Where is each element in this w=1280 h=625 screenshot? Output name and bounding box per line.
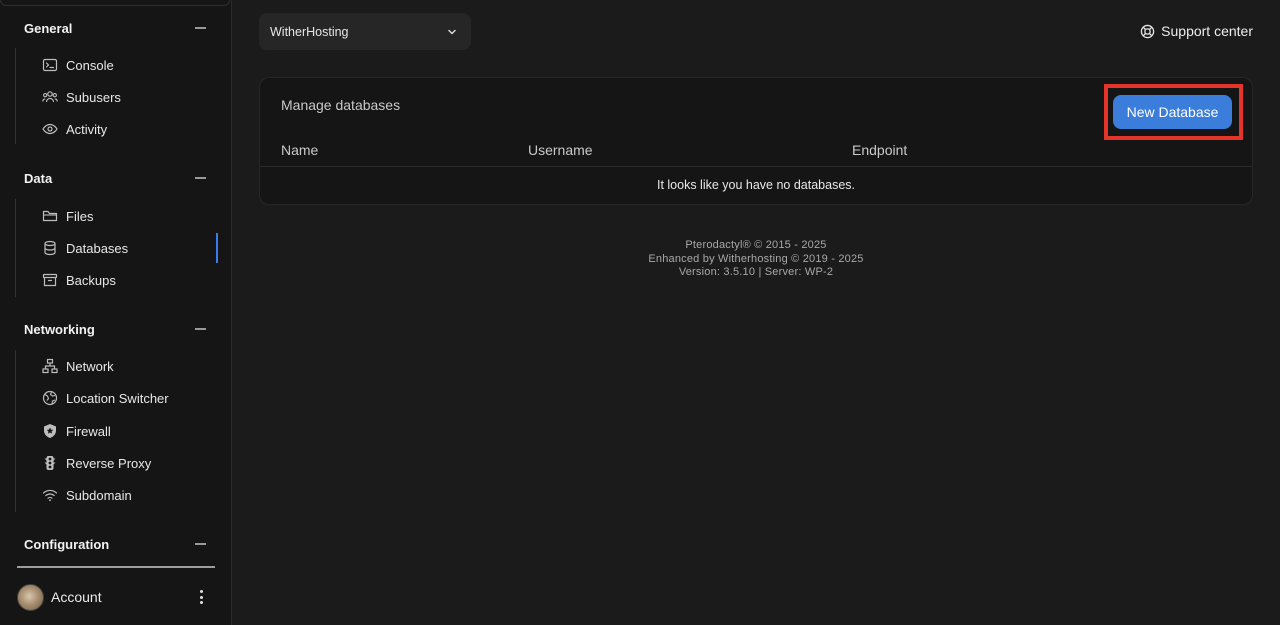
footer-enhanced: Enhanced by Witherhosting © 2019 - 2025	[648, 252, 864, 265]
archive-icon	[42, 273, 58, 287]
sidebar: General Console Subusers Activity Data F…	[0, 0, 232, 625]
sidebar-item-label: Subusers	[66, 89, 121, 105]
users-icon	[42, 91, 58, 103]
sidebar-top-edge	[0, 0, 230, 6]
empty-state-message: It looks like you have no databases.	[656, 178, 856, 192]
section-configuration[interactable]: Configuration	[24, 534, 208, 554]
section-line	[15, 48, 16, 144]
shield-icon	[44, 424, 56, 438]
collapse-icon[interactable]	[195, 177, 206, 179]
sidebar-item-label: Backups	[66, 272, 116, 288]
section-line	[15, 350, 16, 512]
sidebar-item-console[interactable]: Console	[42, 54, 114, 76]
sidebar-item-backups[interactable]: Backups	[42, 269, 116, 291]
sidebar-item-subusers[interactable]: Subusers	[42, 86, 121, 108]
globe-icon	[42, 390, 58, 406]
database-icon	[44, 240, 56, 256]
traffic-light-icon	[44, 456, 56, 470]
sidebar-item-activity[interactable]: Activity	[42, 118, 107, 140]
app-root: General Console Subusers Activity Data F…	[0, 0, 1280, 625]
databases-card: Manage databases New Database Name Usern…	[259, 77, 1253, 205]
chevron-down-icon	[448, 29, 456, 34]
sidebar-item-label: Activity	[66, 121, 108, 137]
section-data[interactable]: Data	[24, 168, 208, 188]
sidebar-item-location-switcher[interactable]: Location Switcher	[42, 387, 169, 409]
section-general-label: General	[24, 20, 73, 36]
sidebar-item-reverse-proxy[interactable]: Reverse Proxy	[42, 452, 151, 474]
footer-copyright: Pterodactyl® © 2015 - 2025	[685, 239, 827, 251]
sidebar-item-files[interactable]: Files	[42, 205, 93, 227]
sidebar-item-label: Location Switcher	[66, 390, 169, 406]
support-center-label: Support center	[1161, 23, 1253, 39]
sidebar-divider	[17, 566, 215, 568]
folder-icon	[42, 210, 58, 222]
sidebar-item-subdomain[interactable]: Subdomain	[42, 484, 132, 506]
collapse-icon[interactable]	[195, 27, 206, 29]
lifebuoy-icon	[1140, 24, 1155, 38]
footer-version: Version: 3.5.10 | Server: WP-2	[678, 266, 834, 278]
column-header-name: Name	[281, 142, 319, 158]
collapse-icon[interactable]	[195, 543, 206, 545]
sidebar-item-network[interactable]: Network	[42, 355, 114, 377]
support-center-link[interactable]: Support center	[1140, 21, 1253, 41]
sidebar-item-firewall[interactable]: Firewall	[42, 420, 111, 442]
section-configuration-label: Configuration	[24, 536, 110, 552]
footer: Pterodactyl® © 2015 - 2025 Enhanced by W…	[556, 239, 956, 280]
table-divider	[260, 166, 1252, 167]
account-menu[interactable]: Account	[17, 583, 215, 611]
sidebar-item-label: Reverse Proxy	[66, 455, 152, 471]
server-name: WitherHosting	[270, 24, 349, 39]
eye-icon	[42, 123, 58, 135]
sidebar-item-label: Network	[66, 358, 114, 374]
network-icon	[42, 358, 58, 374]
more-options-icon[interactable]	[199, 590, 203, 604]
section-line	[15, 199, 16, 297]
sidebar-item-label: Subdomain	[66, 487, 132, 503]
column-header-username: Username	[528, 142, 593, 158]
section-networking[interactable]: Networking	[24, 319, 208, 339]
account-label: Account	[51, 589, 102, 605]
sidebar-item-label: Files	[66, 208, 94, 224]
sidebar-item-databases[interactable]: Databases	[42, 233, 219, 263]
wifi-icon	[42, 489, 58, 502]
column-header-endpoint: Endpoint	[852, 142, 908, 158]
collapse-icon[interactable]	[195, 328, 206, 330]
section-networking-label: Networking	[24, 321, 95, 337]
avatar[interactable]	[17, 583, 44, 611]
section-data-label: Data	[24, 170, 53, 186]
section-general[interactable]: General	[24, 18, 208, 38]
sidebar-item-label: Databases	[66, 240, 129, 256]
sidebar-item-label: Console	[66, 57, 114, 73]
terminal-icon	[42, 58, 58, 72]
server-select[interactable]: WitherHosting	[259, 13, 471, 50]
card-title: Manage databases	[281, 97, 401, 113]
sidebar-item-label: Firewall	[66, 423, 111, 439]
new-database-button[interactable]: New Database	[1113, 95, 1232, 129]
